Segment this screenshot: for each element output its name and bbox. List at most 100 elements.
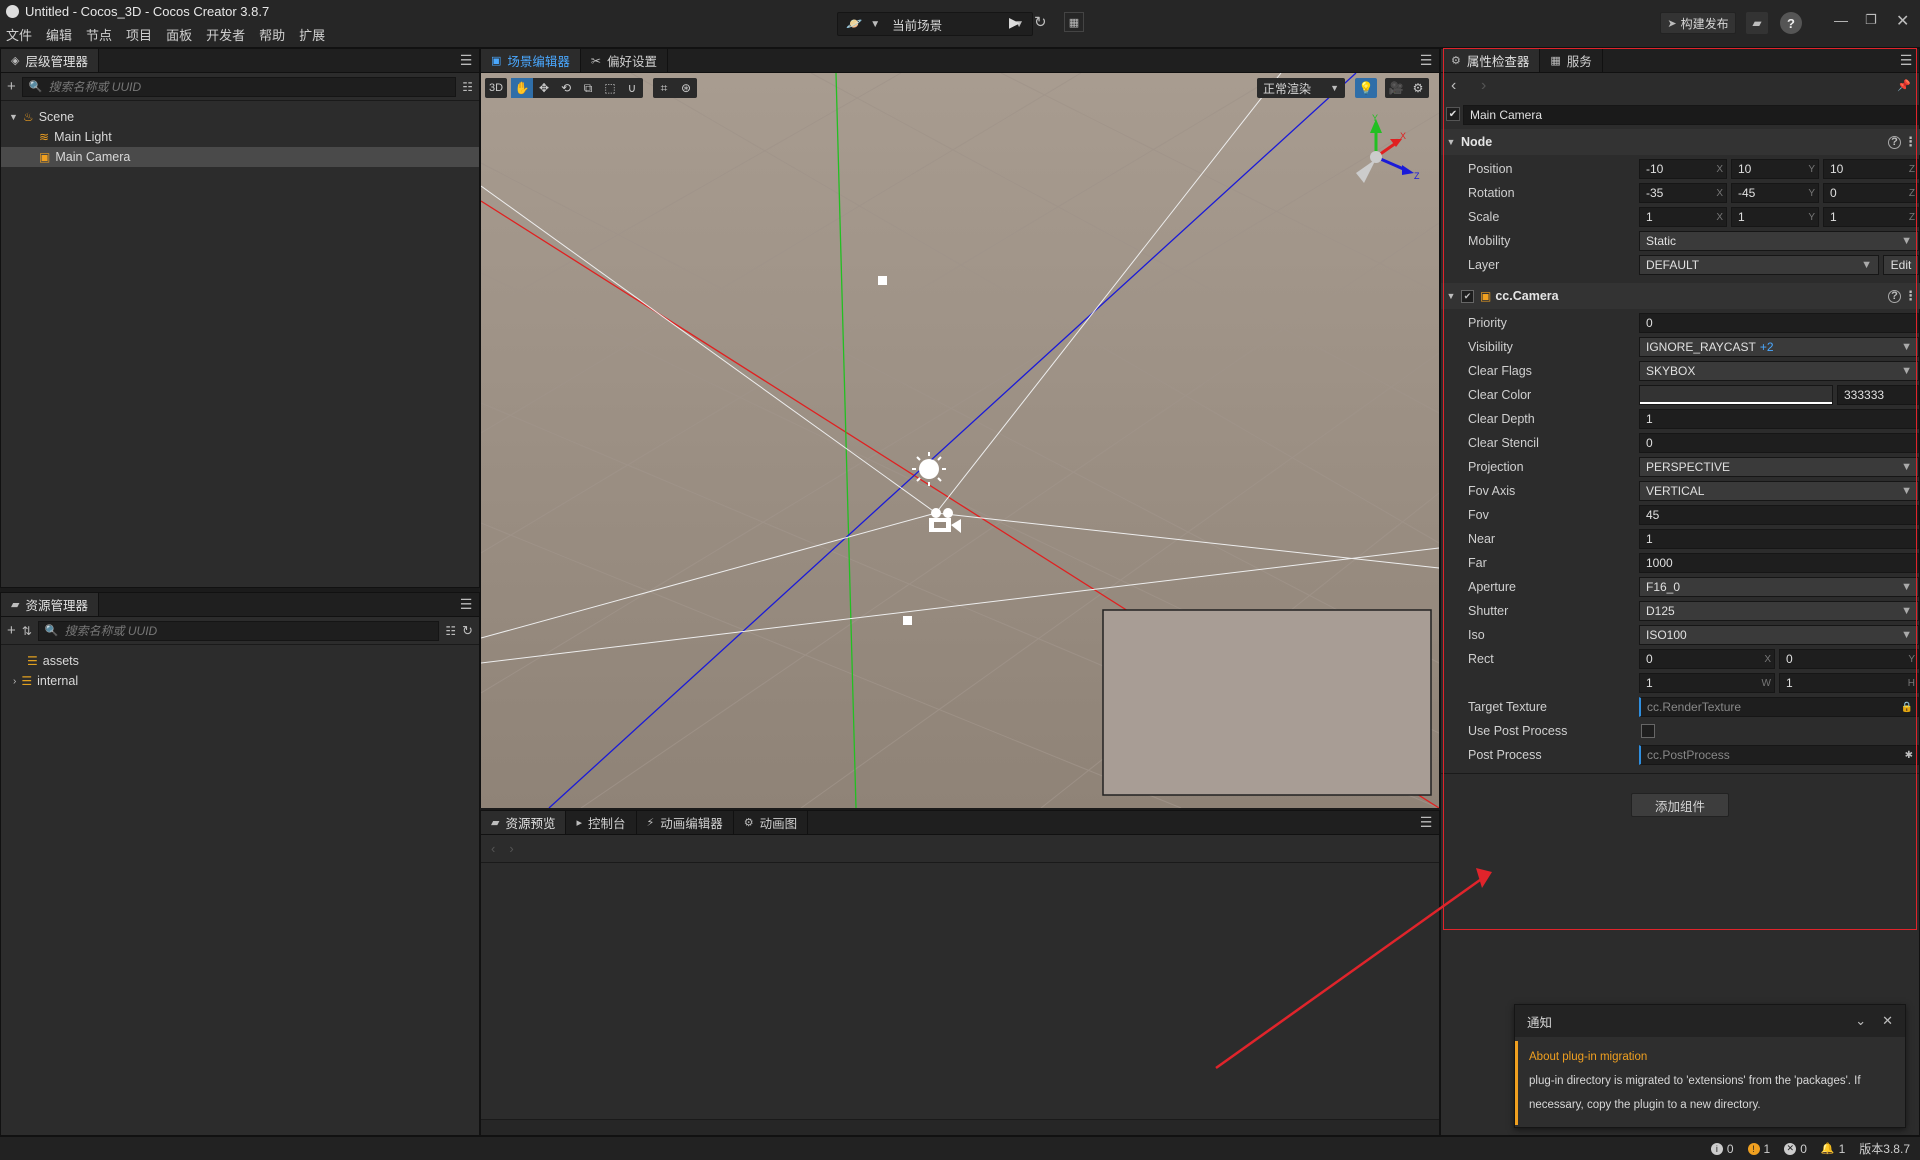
status-bar: i0 ! 1 ✕ 0 🔔 1 版本3.8.7 — [0, 1136, 1920, 1160]
3d-toggle-button[interactable]: 3D — [485, 78, 507, 98]
tree-item-scene[interactable]: ▼ ♨ Scene — [1, 107, 479, 127]
gizmo-x-label: X — [1400, 131, 1406, 141]
notification-body: plug-in directory is migrated to 'extens… — [1529, 1075, 1861, 1111]
render-mode-select[interactable]: 正常渲染 ▼ — [1257, 78, 1345, 98]
panel-menu-icon[interactable]: ☰ — [453, 593, 479, 616]
tab-animation-editor-label: 动画编辑器 — [660, 817, 723, 831]
restore-icon[interactable]: ❐ — [1865, 12, 1877, 28]
hierarchy-search-input[interactable]: 🔍 搜索名称或 UUID — [21, 76, 457, 97]
tab-animation-graph-label: 动画图 — [759, 817, 798, 831]
status-info[interactable]: i0 — [1710, 1141, 1734, 1156]
chevron-down-icon: ▼ — [9, 112, 18, 122]
tab-assets[interactable]: ▰ 资源管理器 — [1, 593, 99, 616]
send-icon: ➤ — [1667, 17, 1677, 30]
add-icon[interactable]: + — [7, 622, 16, 639]
chevron-down-icon[interactable]: ⌄ — [1855, 1013, 1866, 1029]
rotate-tool-icon[interactable]: ⟲ — [555, 78, 577, 98]
forward-arrow-icon[interactable]: › — [509, 841, 513, 856]
close-icon[interactable]: ✕ — [1882, 1013, 1893, 1029]
orientation-gizmo[interactable]: Y X Z — [1346, 113, 1426, 193]
folder-icon: ▰ — [11, 599, 20, 611]
assets-search-input[interactable]: 🔍 搜索名称或 UUID — [37, 620, 440, 641]
transform-tools: ✋ ✥ ⟲ ⧉ ⬚ ∪ — [511, 78, 643, 98]
tree-item-label: Scene — [38, 110, 75, 124]
panel-menu-icon[interactable]: ☰ — [1413, 49, 1439, 72]
folder-icon[interactable]: ▰ — [1746, 12, 1768, 34]
running-icon: ⚡ — [646, 817, 655, 829]
list-filter-icon[interactable]: ☷ — [445, 624, 456, 638]
status-warn[interactable]: ! 1 — [1747, 1142, 1770, 1156]
tab-animation-graph[interactable]: ⚙ 动画图 — [734, 811, 809, 834]
tab-hierarchy-label: 层级管理器 — [25, 55, 88, 69]
gizmo-y-label: Y — [1372, 113, 1378, 123]
assets-search-placeholder: 搜索名称或 UUID — [64, 624, 158, 638]
bell-icon: 🔔 — [1820, 1143, 1835, 1155]
tab-preferences[interactable]: ✂ 偏好设置 — [581, 49, 668, 72]
gear-icon[interactable]: ⚙ — [1407, 78, 1429, 98]
notification-content: About plug-in migration plug-in director… — [1515, 1037, 1905, 1125]
tab-asset-preview[interactable]: ▰ 资源预览 — [481, 811, 567, 834]
app-logo-icon — [6, 5, 19, 18]
status-notifications[interactable]: 🔔 1 — [1821, 1142, 1845, 1156]
menu-node[interactable]: 节点 — [86, 25, 112, 44]
tree-item-assets[interactable]: ☰ assets — [1, 651, 479, 671]
help-icon[interactable]: ? — [1780, 12, 1802, 34]
list-filter-icon[interactable]: ☷ — [462, 80, 473, 94]
tree-item-internal[interactable]: › ☰ internal — [1, 671, 479, 691]
tab-hierarchy[interactable]: ◈ 层级管理器 — [1, 49, 99, 72]
camera-icon: ▣ — [39, 150, 51, 164]
back-arrow-icon[interactable]: ‹ — [491, 841, 495, 856]
qrcode-icon[interactable]: ▦ — [1064, 12, 1084, 32]
menu-developer[interactable]: 开发者 — [206, 25, 245, 44]
search-icon: 🔍 — [44, 625, 59, 637]
info-count: 0 — [1726, 1141, 1734, 1156]
lightbulb-icon[interactable]: 💡 — [1355, 78, 1377, 98]
tree-item-label: assets — [42, 654, 79, 668]
menu-edit[interactable]: 编辑 — [46, 25, 72, 44]
scene-viewport[interactable]: 3D ✋ ✥ ⟲ ⧉ ⬚ ∪ ⌗ ⊛ 正常渲染 ▼ 💡 🎥 ⚙ Y X Z — [481, 73, 1439, 808]
tree-item-main-camera[interactable]: ▣ Main Camera — [1, 147, 479, 167]
pivot-icon[interactable]: ⌗ — [653, 78, 675, 98]
layers-icon: ◈ — [11, 55, 20, 67]
move-tool-icon[interactable]: ✥ — [533, 78, 555, 98]
tree-item-main-light[interactable]: ≋ Main Light — [1, 127, 479, 147]
panel-menu-icon[interactable]: ☰ — [453, 49, 479, 72]
tab-scene-editor[interactable]: ▣ 场景编辑器 — [481, 49, 581, 72]
window-title-text: Untitled - Cocos_3D - Cocos Creator 3.8.… — [25, 4, 270, 19]
tab-console[interactable]: ▸ 控制台 — [566, 811, 637, 834]
snap-tool-icon[interactable]: ∪ — [621, 78, 643, 98]
menu-help[interactable]: 帮助 — [259, 25, 285, 44]
sort-icon[interactable]: ⇅ — [22, 624, 32, 638]
tools-icon: ✂ — [590, 53, 601, 68]
menu-extension[interactable]: 扩展 — [299, 25, 325, 44]
local-global-icon[interactable]: ⊛ — [675, 78, 697, 98]
status-error[interactable]: ✕ 0 — [1784, 1142, 1807, 1156]
menu-project[interactable]: 项目 — [126, 25, 152, 44]
camera-settings-icon[interactable]: 🎥 — [1385, 78, 1407, 98]
minimize-icon[interactable]: — — [1834, 12, 1848, 28]
tab-animation-editor[interactable]: ⚡ 动画编辑器 — [637, 811, 734, 834]
preview-footer — [481, 1119, 1439, 1135]
panel-menu-icon[interactable]: ☰ — [1413, 811, 1439, 834]
menu-file[interactable]: 文件 — [6, 25, 32, 44]
error-icon: ✕ — [1784, 1142, 1797, 1155]
chevron-right-icon: › — [13, 675, 17, 687]
annotation-arrow — [1215, 868, 1492, 1070]
scene-toolbar: 3D ✋ ✥ ⟲ ⧉ ⬚ ∪ ⌗ ⊛ — [485, 78, 697, 98]
notification-title: 通知 — [1527, 1015, 1553, 1030]
scale-tool-icon[interactable]: ⧉ — [577, 78, 599, 98]
folder-icon: ▰ — [491, 817, 500, 829]
build-button[interactable]: ➤ 构建发布 — [1660, 12, 1736, 34]
hand-tool-icon[interactable]: ✋ — [511, 78, 533, 98]
refresh-icon[interactable]: ↻ — [462, 623, 473, 639]
render-mode-label: 正常渲染 — [1263, 81, 1312, 96]
scene-select-label: 当前场景 — [892, 18, 943, 33]
menu-panel[interactable]: 面板 — [166, 25, 192, 44]
add-icon[interactable]: + — [7, 78, 16, 95]
close-icon[interactable]: ✕ — [1896, 11, 1909, 31]
scene-selector[interactable]: 🪐 ▼ 当前场景 ▼ — [837, 12, 1033, 36]
rect-tool-icon[interactable]: ⬚ — [599, 78, 621, 98]
refresh-icon[interactable]: ↻ — [1034, 13, 1047, 31]
scene-fire-icon: ♨ — [22, 110, 34, 124]
play-icon[interactable]: ▶ — [1009, 14, 1020, 31]
